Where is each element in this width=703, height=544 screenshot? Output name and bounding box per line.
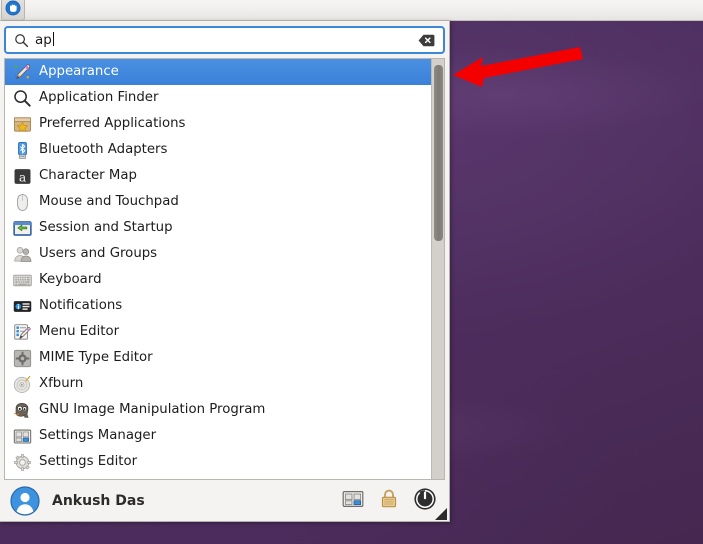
menu-editor-icon xyxy=(12,322,32,342)
appearance-icon xyxy=(12,62,32,82)
character-map-icon: a xyxy=(12,166,32,186)
application-list-items: Appearance Application Finder xyxy=(5,59,431,479)
lock-screen-icon xyxy=(379,488,399,514)
list-item[interactable]: Bluetooth Adapters xyxy=(5,137,431,163)
list-scrollbar[interactable] xyxy=(431,59,444,479)
application-finder-icon xyxy=(12,88,32,108)
whisker-menu-icon xyxy=(5,0,21,20)
list-item-label: Notifications xyxy=(39,299,122,312)
svg-text:a: a xyxy=(18,170,26,184)
list-item-label: Bluetooth Adapters xyxy=(39,143,167,156)
scrollbar-thumb[interactable] xyxy=(434,65,443,241)
search-value: ap xyxy=(35,32,52,48)
top-panel xyxy=(0,0,703,21)
keyboard-icon xyxy=(12,270,32,290)
list-item[interactable]: Application Finder xyxy=(5,85,431,111)
list-item[interactable]: Appearance xyxy=(5,59,431,85)
search-value-wrapper: ap xyxy=(35,32,418,48)
list-item[interactable]: Session and Startup xyxy=(5,215,431,241)
menu-footer: Ankush Das xyxy=(0,480,449,521)
list-item-label: Character Map xyxy=(39,169,137,182)
preferred-applications-icon xyxy=(12,114,32,134)
user-name-label: Ankush Das xyxy=(52,493,335,509)
list-item-label: Xfburn xyxy=(39,377,83,390)
text-caret xyxy=(53,32,54,46)
list-item-label: Keyboard xyxy=(39,273,102,286)
list-item-label: GNU Image Manipulation Program xyxy=(39,403,265,416)
search-input[interactable]: ap xyxy=(4,26,445,54)
search-icon xyxy=(14,33,29,48)
settings-manager-icon xyxy=(12,426,32,446)
list-item-label: Mouse and Touchpad xyxy=(39,195,179,208)
list-item-label: Preferred Applications xyxy=(39,117,185,130)
mouse-touchpad-icon xyxy=(12,192,32,212)
session-startup-icon xyxy=(12,218,32,238)
list-item[interactable]: Mouse and Touchpad xyxy=(5,189,431,215)
search-area: ap xyxy=(0,21,449,58)
whisker-menu-window: ap xyxy=(0,21,450,522)
list-item[interactable]: MIME Type Editor xyxy=(5,345,431,371)
users-groups-icon xyxy=(12,244,32,264)
xfburn-icon xyxy=(12,374,32,394)
list-item-label: MIME Type Editor xyxy=(39,351,153,364)
list-item[interactable]: Xfburn xyxy=(5,371,431,397)
lock-screen-button[interactable] xyxy=(371,485,407,517)
notifications-icon: i xyxy=(12,296,32,316)
list-item[interactable]: Preferred Applications xyxy=(5,111,431,137)
list-item[interactable]: Menu Editor xyxy=(5,319,431,345)
settings-editor-icon xyxy=(12,452,32,472)
settings-button[interactable] xyxy=(335,485,371,517)
list-item-label: Menu Editor xyxy=(39,325,119,338)
list-item[interactable]: GNU Image Manipulation Program xyxy=(5,397,431,423)
bluetooth-adapters-icon xyxy=(12,140,32,160)
settings-manager-icon xyxy=(342,489,364,513)
list-item-label: Settings Editor xyxy=(39,455,137,468)
list-item[interactable]: Settings Manager xyxy=(5,423,431,449)
list-item[interactable]: Users and Groups xyxy=(5,241,431,267)
list-item[interactable]: Keyboard xyxy=(5,267,431,293)
gimp-icon xyxy=(12,400,32,420)
application-list: Appearance Application Finder xyxy=(4,58,445,480)
whisker-menu-button[interactable] xyxy=(1,0,25,21)
list-item-label: Appearance xyxy=(39,65,119,78)
list-item-label: Settings Manager xyxy=(39,429,156,442)
screen: ap xyxy=(0,0,703,544)
list-item-label: Users and Groups xyxy=(39,247,157,260)
user-avatar-icon[interactable] xyxy=(10,486,40,516)
svg-text:i: i xyxy=(17,304,19,310)
list-item[interactable]: Settings Editor xyxy=(5,449,431,475)
mime-type-editor-icon xyxy=(12,348,32,368)
list-item-label: Application Finder xyxy=(39,91,158,104)
clear-text-icon[interactable] xyxy=(418,34,435,47)
list-item[interactable]: i Notifications xyxy=(5,293,431,319)
list-item[interactable]: a Character Map xyxy=(5,163,431,189)
resize-grip[interactable] xyxy=(434,506,448,520)
list-item-label: Session and Startup xyxy=(39,221,173,234)
